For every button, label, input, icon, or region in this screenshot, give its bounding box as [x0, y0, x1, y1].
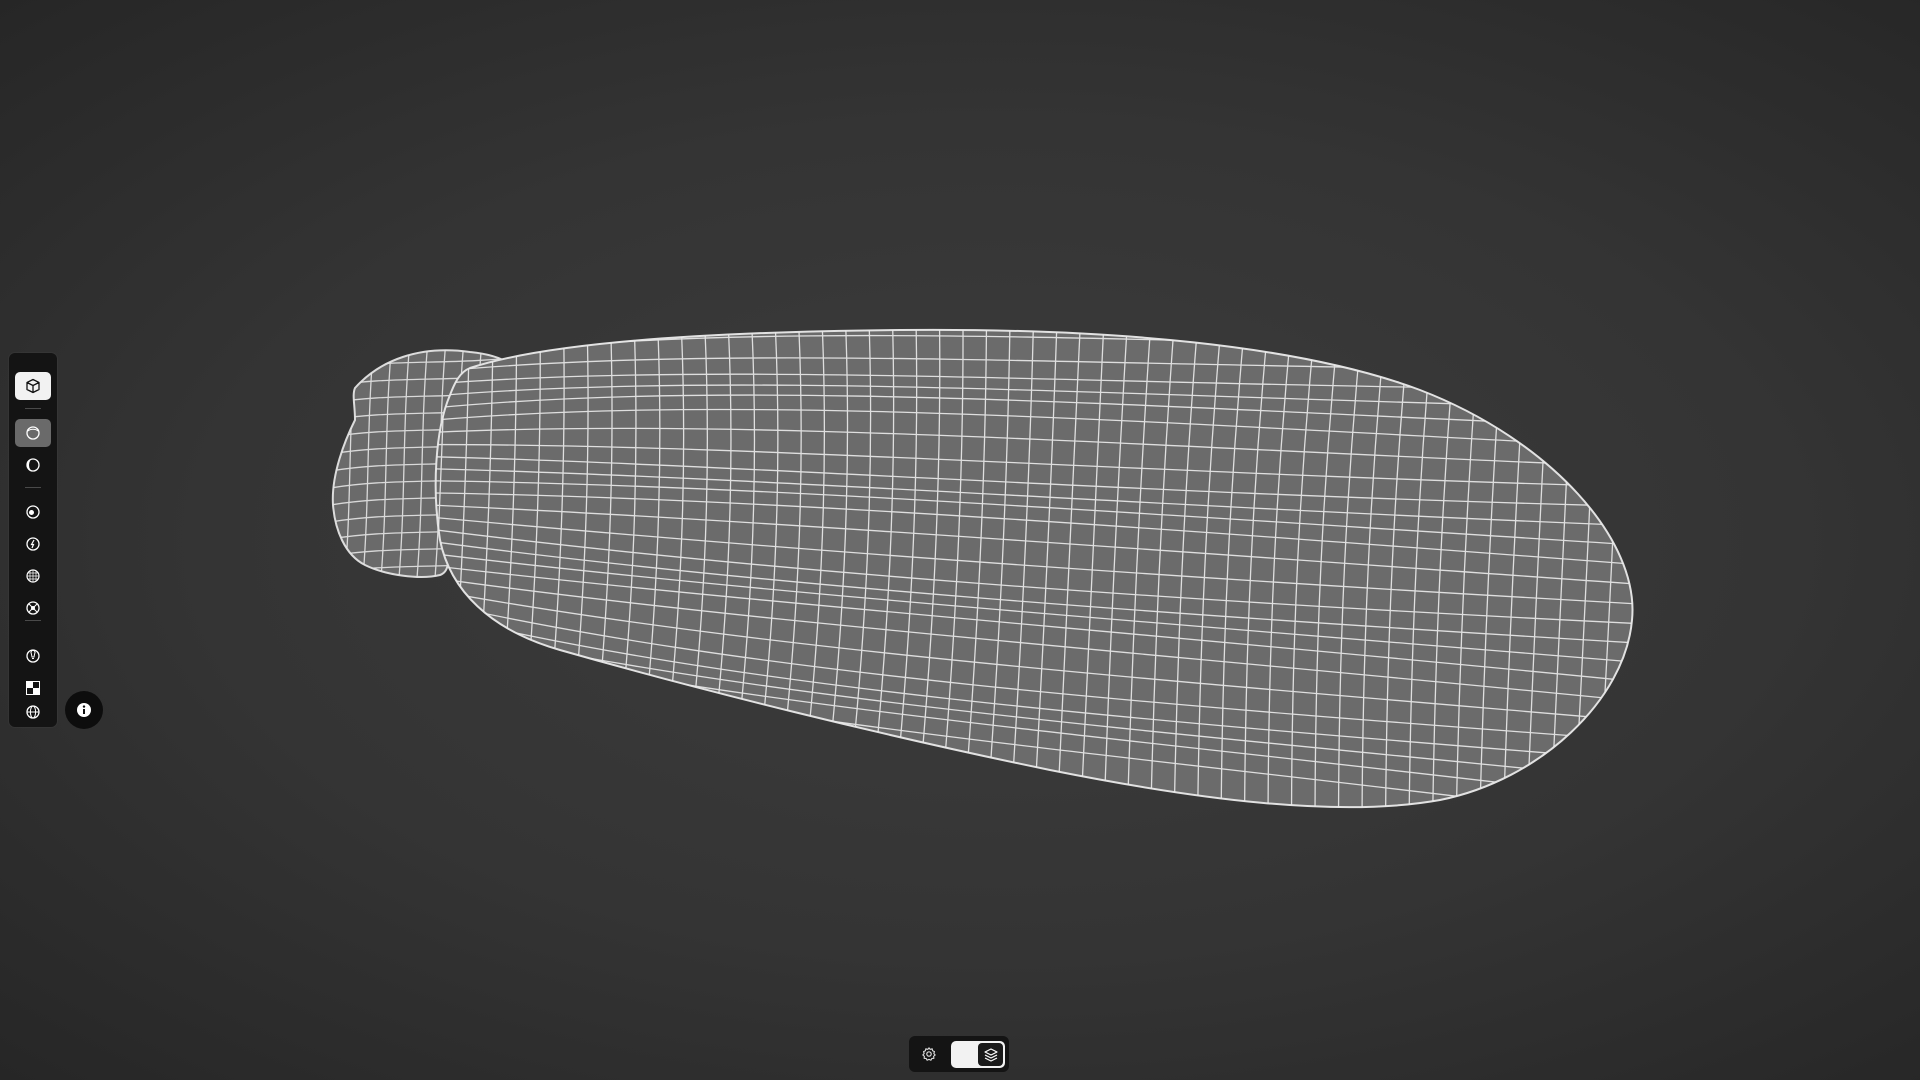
shaded-view-button[interactable]	[15, 451, 51, 479]
mesh-body	[434, 320, 1668, 830]
material-view-button[interactable]	[15, 498, 51, 526]
toolbar-divider	[25, 487, 41, 488]
shaded-sphere-icon	[26, 458, 40, 472]
left-toolbar	[9, 353, 57, 727]
uv-sphere-icon	[26, 601, 40, 615]
toggle-knob	[978, 1043, 1003, 1066]
wireframe-sphere-icon	[26, 569, 40, 583]
gear-icon	[922, 1047, 936, 1061]
mesh-edge	[332, 350, 339, 577]
checker-icon	[26, 681, 40, 695]
toolbar-divider	[25, 408, 41, 409]
globe-icon	[26, 705, 40, 719]
material-sphere-icon	[26, 505, 40, 519]
light-button[interactable]	[15, 642, 51, 670]
layers-icon	[983, 1047, 998, 1062]
wireframe-view-button[interactable]	[15, 562, 51, 590]
settings-button[interactable]	[915, 1040, 943, 1068]
3d-viewport[interactable]	[0, 0, 1920, 1080]
solid-sphere-icon	[26, 426, 40, 440]
lightning-sphere-icon	[26, 537, 40, 551]
mesh-edge	[1644, 320, 1668, 830]
toolbar-divider	[25, 620, 41, 621]
uv-view-button[interactable]	[15, 594, 51, 622]
lightbulb-icon	[26, 649, 40, 663]
cube-button[interactable]	[15, 372, 51, 400]
bottom-bar	[909, 1036, 1009, 1072]
lighting-view-button[interactable]	[15, 530, 51, 558]
info-icon	[77, 703, 91, 717]
wireframe-mesh[interactable]	[0, 0, 1920, 1080]
cube-icon	[26, 378, 40, 394]
layers-toggle[interactable]	[951, 1041, 1005, 1068]
info-button[interactable]	[65, 691, 103, 729]
solid-view-button[interactable]	[15, 419, 51, 447]
environment-button[interactable]	[15, 698, 51, 726]
